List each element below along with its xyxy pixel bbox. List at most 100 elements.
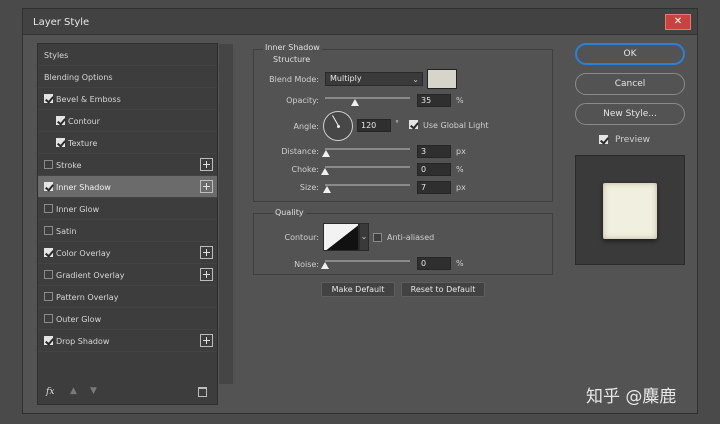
- use-global-light-label: Use Global Light: [423, 121, 489, 130]
- style-checkbox[interactable]: [44, 336, 53, 345]
- choke-slider-thumb[interactable]: [321, 168, 329, 175]
- style-item[interactable]: Gradient Overlay: [38, 264, 217, 286]
- new-style-button[interactable]: New Style...: [575, 103, 685, 125]
- chevron-down-icon: ⌄: [360, 232, 368, 241]
- section-title: Inner Shadow: [263, 43, 322, 52]
- style-item[interactable]: Outer Glow: [38, 308, 217, 330]
- style-item-label: Pattern Overlay: [56, 293, 119, 302]
- opacity-label: Opacity:: [286, 96, 319, 105]
- arrow-up-icon[interactable]: ▲: [70, 386, 77, 396]
- fx-button[interactable]: fx: [46, 387, 54, 397]
- reset-to-default-button[interactable]: Reset to Default: [401, 282, 485, 297]
- style-item-label: Drop Shadow: [56, 337, 110, 346]
- add-effect-plus-icon[interactable]: [200, 158, 213, 171]
- noise-input[interactable]: 0: [417, 257, 451, 270]
- style-item[interactable]: Pattern Overlay: [38, 286, 217, 308]
- style-item-label: Styles: [44, 51, 69, 60]
- angle-unit: °: [395, 119, 399, 128]
- structure-title: Structure: [273, 55, 311, 64]
- style-checkbox[interactable]: [44, 182, 53, 191]
- noise-unit: %: [456, 259, 464, 268]
- style-item[interactable]: Drop Shadow: [38, 330, 217, 352]
- style-checkbox[interactable]: [44, 160, 53, 169]
- ok-button[interactable]: OK: [575, 43, 685, 65]
- style-checkbox[interactable]: [44, 204, 53, 213]
- anti-aliased-checkbox[interactable]: [373, 233, 382, 242]
- noise-slider-track[interactable]: [325, 260, 410, 262]
- blend-mode-select[interactable]: Multiply ⌄: [325, 72, 423, 86]
- close-icon: ✕: [673, 16, 683, 27]
- add-effect-plus-icon[interactable]: [200, 246, 213, 259]
- style-item[interactable]: Styles: [38, 44, 217, 66]
- trash-icon[interactable]: [198, 387, 207, 397]
- preview-box: [575, 155, 685, 265]
- size-slider-thumb[interactable]: [323, 186, 332, 193]
- shadow-color-swatch[interactable]: [427, 69, 457, 89]
- close-button[interactable]: ✕: [665, 14, 691, 30]
- choke-slider-track[interactable]: [325, 166, 410, 168]
- style-item[interactable]: Texture: [38, 132, 217, 154]
- style-item-label: Inner Glow: [56, 205, 100, 214]
- size-input[interactable]: 7: [417, 181, 451, 194]
- size-slider-track[interactable]: [325, 184, 410, 186]
- opacity-unit: %: [456, 96, 464, 105]
- opacity-input[interactable]: 35: [417, 94, 451, 107]
- angle-label: Angle:: [293, 122, 319, 131]
- style-item[interactable]: Inner Shadow: [38, 176, 217, 198]
- style-checkbox[interactable]: [44, 248, 53, 257]
- styles-list-panel: Styles Blending Options Bevel & Emboss Cont…: [37, 43, 233, 405]
- contour-picker[interactable]: [323, 223, 359, 251]
- style-checkbox[interactable]: [44, 94, 53, 103]
- style-checkbox[interactable]: [56, 116, 65, 125]
- layer-style-dialog: Layer Style ✕ Styles Blending Options Beve…: [22, 8, 698, 414]
- style-item[interactable]: Satin: [38, 220, 217, 242]
- opacity-slider-track[interactable]: [325, 97, 410, 99]
- add-effect-plus-icon[interactable]: [200, 268, 213, 281]
- style-item[interactable]: Contour: [38, 110, 217, 132]
- style-item[interactable]: Color Overlay: [38, 242, 217, 264]
- choke-label: Choke:: [291, 165, 319, 174]
- style-item-label: Bevel & Emboss: [56, 95, 121, 104]
- style-checkbox[interactable]: [44, 314, 53, 323]
- style-item-label: Stroke: [56, 161, 82, 170]
- cancel-button[interactable]: Cancel: [575, 73, 685, 95]
- list-scrollbar[interactable]: [219, 44, 233, 384]
- contour-curve-icon: [326, 225, 358, 250]
- preview-checkbox[interactable]: [599, 135, 608, 144]
- style-checkbox[interactable]: [44, 226, 53, 235]
- distance-slider-track[interactable]: [325, 148, 410, 150]
- style-item-label: Color Overlay: [56, 249, 111, 258]
- angle-dial-center: [337, 125, 340, 128]
- opacity-slider-thumb[interactable]: [350, 99, 359, 106]
- dialog-title: Layer Style: [33, 17, 90, 28]
- make-default-button[interactable]: Make Default: [321, 282, 395, 297]
- style-item-label: Contour: [68, 117, 100, 126]
- angle-input[interactable]: 120: [357, 119, 391, 132]
- distance-slider-thumb[interactable]: [322, 150, 331, 157]
- noise-label: Noise:: [294, 260, 319, 269]
- noise-slider-thumb[interactable]: [321, 262, 329, 269]
- style-item[interactable]: Bevel & Emboss: [38, 88, 217, 110]
- add-effect-plus-icon[interactable]: [200, 180, 213, 193]
- size-unit: px: [456, 183, 466, 192]
- style-checkbox[interactable]: [56, 138, 65, 147]
- angle-dial[interactable]: [323, 111, 353, 141]
- arrow-down-icon[interactable]: ▼: [90, 386, 97, 396]
- style-checkbox[interactable]: [44, 270, 53, 279]
- use-global-light-checkbox[interactable]: [409, 120, 418, 129]
- style-item[interactable]: Blending Options: [38, 66, 217, 88]
- style-item-label: Gradient Overlay: [56, 271, 125, 280]
- style-checkbox[interactable]: [44, 292, 53, 301]
- contour-label: Contour:: [284, 233, 320, 242]
- style-item[interactable]: Stroke: [38, 154, 217, 176]
- size-label: Size:: [299, 183, 319, 192]
- contour-dropdown[interactable]: ⌄: [359, 223, 369, 251]
- add-effect-plus-icon[interactable]: [200, 334, 213, 347]
- anti-aliased-label: Anti-aliased: [387, 233, 435, 242]
- choke-input[interactable]: 0: [417, 163, 451, 176]
- style-item[interactable]: Inner Glow: [38, 198, 217, 220]
- distance-unit: px: [456, 147, 466, 156]
- preview-swatch: [603, 183, 657, 239]
- distance-input[interactable]: 3: [417, 145, 451, 158]
- blend-mode-label: Blend Mode:: [269, 75, 319, 84]
